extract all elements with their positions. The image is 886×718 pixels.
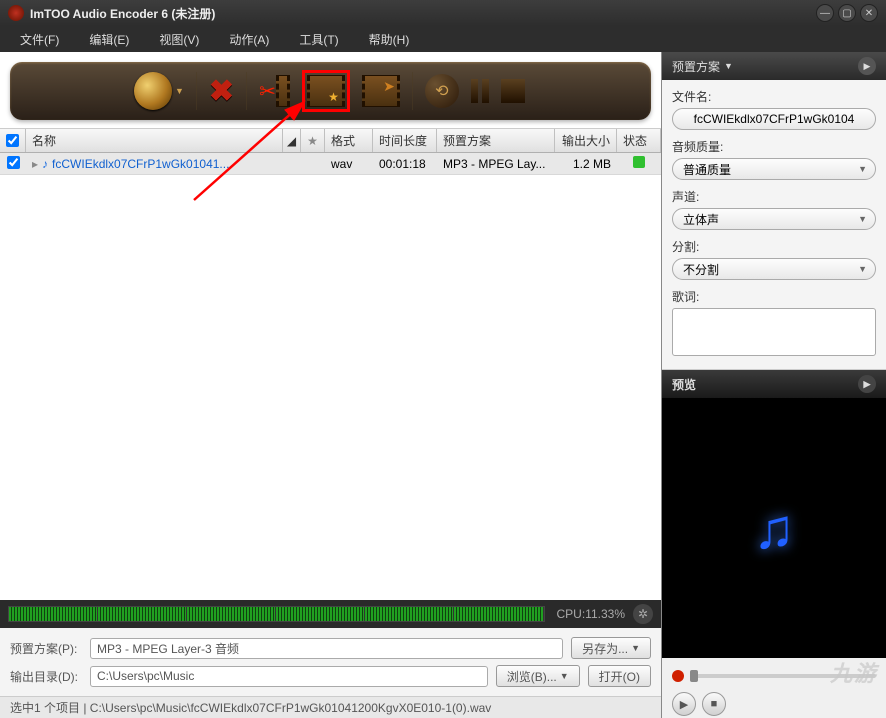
window-title: ImTOO Audio Encoder 6 (未注册): [30, 5, 816, 22]
split-label: 分割:: [672, 238, 876, 255]
pause-button[interactable]: [471, 79, 489, 103]
refresh-icon: ⟲: [435, 81, 448, 101]
column-star[interactable]: ★: [301, 129, 325, 152]
status-line: 选中1 个项目 | C:\Users\pc\Music\fcCWIEkdlx07…: [0, 696, 661, 718]
star-icon: ★: [328, 90, 339, 104]
row-status: [617, 156, 661, 171]
delete-button[interactable]: ✖: [209, 74, 234, 109]
preset-play-button[interactable]: ▶: [858, 57, 876, 75]
quality-label: 音频质量:: [672, 138, 876, 155]
cpu-settings-button[interactable]: ✲: [633, 604, 653, 624]
filename-field[interactable]: fcCWIEkdlx07CFrP1wGk0104: [672, 108, 876, 130]
preset-panel-header[interactable]: 预置方案 ▼ ▶: [662, 52, 886, 80]
chevron-down-icon: ▼: [858, 164, 867, 174]
column-duration[interactable]: 时间长度: [373, 129, 437, 152]
table-body: ▸ ♪ fcCWIEkdlx07CFrP1wGk01041... wav 00:…: [0, 153, 661, 600]
film-strip-icon: [276, 75, 290, 107]
channel-select[interactable]: 立体声▼: [672, 208, 876, 230]
column-status[interactable]: 状态: [617, 129, 661, 152]
outdir-label: 输出目录(D):: [10, 668, 82, 685]
menubar: 文件(F) 编辑(E) 视图(V) 动作(A) 工具(T) 帮助(H): [0, 26, 886, 52]
record-icon: [672, 670, 684, 682]
channel-label: 声道:: [672, 188, 876, 205]
stop-icon: [501, 79, 525, 103]
row-preset: MP3 - MPEG Lay...: [437, 157, 555, 171]
chevron-down-icon: ▼: [560, 671, 569, 681]
stop-button[interactable]: [501, 79, 525, 103]
music-icon: ♪: [42, 157, 48, 171]
film-strip-icon: ★: [307, 75, 345, 107]
row-name: fcCWIEkdlx07CFrP1wGk01041...: [52, 157, 229, 171]
column-name[interactable]: 名称: [26, 129, 283, 152]
cut-button[interactable]: ✂: [259, 75, 290, 107]
gear-icon: ✲: [638, 607, 648, 621]
properties-panel: 文件名: fcCWIEkdlx07CFrP1wGk0104 音频质量: 普通质量…: [662, 80, 886, 370]
toolbar-separator: [246, 72, 247, 110]
add-disc-button[interactable]: ▼: [134, 72, 184, 110]
menu-view[interactable]: 视图(V): [145, 27, 213, 52]
disc-icon: [134, 72, 172, 110]
preset-label: 预置方案(P):: [10, 640, 82, 657]
music-note-icon: ♫: [753, 496, 795, 561]
chevron-down-icon: ▼: [858, 214, 867, 224]
cpu-bar: CPU:11.33% ✲: [0, 600, 661, 628]
quality-select[interactable]: 普通质量▼: [672, 158, 876, 180]
column-checkbox[interactable]: [0, 129, 26, 152]
status-ready-icon: [633, 156, 645, 168]
filename-label: 文件名:: [672, 88, 876, 105]
convert-button[interactable]: ⟲: [425, 74, 459, 108]
toolbar-separator: [196, 72, 197, 110]
lyrics-label: 歌词:: [672, 288, 876, 305]
table-row[interactable]: ▸ ♪ fcCWIEkdlx07CFrP1wGk01041... wav 00:…: [0, 153, 661, 175]
app-icon: [8, 5, 24, 21]
open-button[interactable]: 打开(O): [588, 665, 651, 687]
menu-tools[interactable]: 工具(T): [285, 27, 352, 52]
minimize-button[interactable]: —: [816, 4, 834, 22]
toolbar: ▼ ✖ ✂ ★ ➤ ⟲: [10, 62, 651, 120]
play-button[interactable]: ▶: [672, 692, 696, 716]
cpu-meter: [8, 606, 545, 622]
preview-area: ♫: [662, 398, 886, 658]
split-select[interactable]: 不分割▼: [672, 258, 876, 280]
seek-slider[interactable]: [690, 674, 876, 678]
preview-expand-button[interactable]: ▶: [858, 375, 876, 393]
chevron-down-icon: ▼: [724, 61, 733, 71]
outdir-field[interactable]: C:\Users\pc\Music: [90, 666, 488, 687]
column-format[interactable]: 格式: [325, 129, 373, 152]
chevron-down-icon: ▼: [175, 86, 184, 96]
maximize-button[interactable]: ▢: [838, 4, 856, 22]
row-format: wav: [325, 157, 373, 171]
row-outsize: 1.2 MB: [555, 157, 617, 171]
table-header: 名称 ◢ ★ 格式 时间长度 预置方案 输出大小 状态: [0, 129, 661, 153]
film-strip-icon: ➤: [362, 75, 400, 107]
scissors-icon: ✂: [259, 79, 276, 104]
toolbar-separator: [412, 72, 413, 110]
save-as-button[interactable]: 另存为... ▼: [571, 637, 651, 659]
row-checkbox[interactable]: [7, 156, 20, 169]
close-button[interactable]: ✕: [860, 4, 878, 22]
preview-header: 预览 ▶: [662, 370, 886, 398]
menu-action[interactable]: 动作(A): [215, 27, 283, 52]
column-sort[interactable]: ◢: [283, 129, 301, 152]
preset-field[interactable]: MP3 - MPEG Layer-3 音频: [90, 638, 563, 659]
chevron-down-icon: ▼: [631, 643, 640, 653]
column-outsize[interactable]: 输出大小: [555, 129, 617, 152]
clip-arrow-button[interactable]: ➤: [362, 75, 400, 107]
column-preset[interactable]: 预置方案: [437, 129, 555, 152]
clip-star-button[interactable]: ★: [302, 70, 350, 112]
menu-edit[interactable]: 编辑(E): [75, 27, 143, 52]
browse-button[interactable]: 浏览(B)... ▼: [496, 665, 580, 687]
cpu-label: CPU:11.33%: [557, 607, 625, 621]
chevron-down-icon: ▼: [858, 264, 867, 274]
row-duration: 00:01:18: [373, 157, 437, 171]
preview-controls: ▶ ■: [662, 658, 886, 718]
lyrics-textarea[interactable]: [672, 308, 876, 356]
stop-preview-button[interactable]: ■: [702, 692, 726, 716]
bottom-panel: 预置方案(P): MP3 - MPEG Layer-3 音频 另存为... ▼ …: [0, 628, 661, 696]
menu-file[interactable]: 文件(F): [6, 27, 73, 52]
tree-expand-icon[interactable]: ▸: [32, 157, 38, 171]
menu-help[interactable]: 帮助(H): [355, 27, 424, 52]
arrow-icon: ➤: [383, 78, 395, 95]
titlebar: ImTOO Audio Encoder 6 (未注册) — ▢ ✕: [0, 0, 886, 26]
